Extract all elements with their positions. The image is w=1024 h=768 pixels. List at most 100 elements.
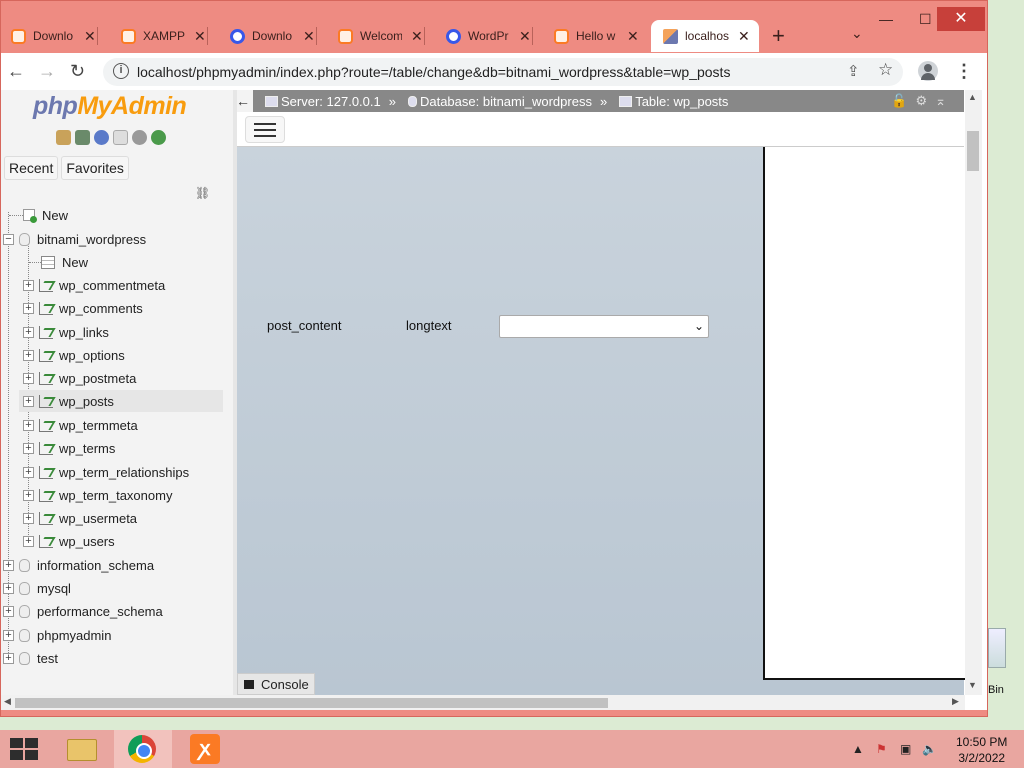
tree-item-table[interactable]: + wp_usermeta [23, 507, 227, 529]
expand-icon[interactable]: + [23, 512, 34, 524]
expand-icon[interactable]: + [23, 279, 34, 291]
url-text[interactable]: localhost/phpmyadmin/index.php?route=/ta… [137, 64, 730, 80]
bookmark-star-icon[interactable]: ☆ [878, 60, 893, 80]
expand-icon[interactable]: + [23, 395, 34, 407]
expand-icon[interactable]: + [23, 466, 34, 478]
close-icon[interactable]: ✕ [194, 28, 206, 45]
help-icon[interactable] [94, 130, 109, 145]
reload-navigation-icon[interactable] [151, 130, 166, 145]
browser-tab-active[interactable]: localhos ✕ [651, 20, 759, 52]
tree-item-database[interactable]: + phpmyadmin [3, 624, 111, 646]
tab-search-chevron-icon[interactable]: ⌄ [851, 25, 863, 42]
scroll-down-icon[interactable]: ▼ [968, 680, 977, 690]
expand-icon[interactable]: + [3, 582, 14, 594]
vertical-scrollbar[interactable]: ▲ ▼ [965, 90, 982, 695]
recent-tab[interactable]: Recent [4, 156, 59, 180]
close-icon[interactable]: ✕ [303, 28, 315, 45]
tree-item-database[interactable]: + performance_schema [3, 600, 163, 622]
recycle-bin[interactable]: Bin [984, 628, 1024, 700]
close-icon[interactable]: ✕ [738, 28, 750, 45]
horizontal-scroll-thumb[interactable] [15, 698, 608, 708]
address-bar[interactable]: i localhost/phpmyadmin/index.php?route=/… [103, 58, 903, 86]
expand-icon[interactable]: + [3, 605, 14, 617]
expand-icon[interactable]: + [23, 326, 34, 338]
network-icon[interactable]: ▣ [900, 742, 911, 756]
expand-icon[interactable]: + [3, 629, 14, 641]
close-icon[interactable]: ✕ [411, 28, 423, 45]
function-select[interactable]: ⌄ [499, 315, 709, 338]
favorites-tab[interactable]: Favorites [61, 156, 129, 180]
windows-start-button[interactable] [10, 738, 38, 760]
scroll-right-icon[interactable]: ▶ [952, 696, 959, 707]
panel-resizer[interactable] [233, 90, 237, 695]
expand-icon[interactable]: + [3, 652, 14, 664]
browser-tab[interactable]: XAMPP ✕ [121, 21, 208, 51]
close-icon[interactable]: ✕ [519, 28, 531, 45]
breadcrumb-database[interactable]: Database: bitnami_wordpress [407, 94, 592, 109]
collapse-top-icon[interactable]: ⌅ [935, 93, 946, 109]
logout-icon[interactable] [75, 130, 90, 145]
new-tab-button[interactable]: + [772, 23, 785, 49]
expand-icon[interactable]: + [23, 302, 34, 314]
browser-tab[interactable]: WordPr ✕ [446, 21, 533, 51]
tree-item-new-table[interactable]: New [29, 251, 88, 273]
horizontal-scrollbar[interactable]: ◀ ▶ [1, 695, 965, 710]
reload-icon[interactable]: ↻ [70, 61, 85, 82]
collapse-icon[interactable]: − [3, 233, 14, 245]
tree-item-bitnami-wordpress[interactable]: − bitnami_wordpress [3, 228, 146, 250]
settings-gear-icon[interactable]: ⚙ [915, 93, 927, 109]
taskbar-xampp[interactable]: ꭗ [176, 730, 234, 768]
scroll-up-icon[interactable]: ▲ [968, 92, 977, 102]
tree-item-table[interactable]: + wp_postmeta [23, 367, 227, 389]
vertical-scroll-thumb[interactable] [967, 131, 979, 171]
share-icon[interactable]: ⇪ [847, 62, 860, 80]
expand-icon[interactable]: + [23, 489, 34, 501]
browser-menu-icon[interactable]: ⋮ [955, 61, 973, 82]
tree-item-database[interactable]: + information_schema [3, 554, 154, 576]
scroll-left-icon[interactable]: ◀ [4, 696, 11, 707]
action-center-flag-icon[interactable]: ⚑ [876, 742, 887, 756]
settings-gear-icon[interactable] [132, 130, 147, 145]
minimize-icon[interactable]: — [879, 11, 893, 27]
tree-item-table[interactable]: + wp_comments [23, 297, 227, 319]
close-icon[interactable]: ✕ [84, 28, 96, 45]
browser-tab[interactable]: Welcom ✕ [338, 21, 425, 51]
forward-arrow-icon[interactable]: → [38, 61, 56, 82]
expand-icon[interactable]: + [23, 535, 34, 547]
maximize-icon[interactable]: ☐ [919, 11, 932, 28]
system-clock[interactable]: 10:50 PM 3/2/2022 [956, 734, 1007, 766]
browser-tab[interactable]: Hello w ✕ [554, 21, 639, 51]
expand-icon[interactable]: + [23, 419, 34, 431]
tree-item-database[interactable]: + mysql [3, 577, 71, 599]
tree-item-table[interactable]: + wp_commentmeta [23, 274, 227, 296]
tree-item-table[interactable]: + wp_terms [23, 437, 227, 459]
close-icon[interactable]: ✕ [627, 28, 639, 45]
tree-item-table[interactable]: + wp_options [23, 344, 227, 366]
expand-icon[interactable]: + [23, 442, 34, 454]
link-with-main-panel-icon[interactable]: ⛓ [195, 186, 210, 200]
taskbar-chrome[interactable] [114, 730, 172, 768]
tree-item-database[interactable]: + test [3, 647, 58, 669]
breadcrumb-server[interactable]: Server: 127.0.0.1 [265, 94, 381, 109]
value-textarea[interactable] [763, 147, 968, 680]
tree-item-table[interactable]: + wp_termmeta [23, 414, 227, 436]
tree-item-table-selected[interactable]: + wp_posts [19, 390, 223, 412]
browser-tab[interactable]: Downlo ✕ [11, 21, 98, 51]
window-close-button[interactable]: ✕ [937, 7, 985, 31]
expand-icon[interactable]: + [23, 372, 34, 384]
hamburger-menu-icon[interactable] [245, 116, 285, 143]
site-info-icon[interactable]: i [113, 63, 129, 79]
tree-item-table[interactable]: + wp_users [23, 530, 227, 552]
tree-item-table[interactable]: + wp_term_taxonomy [23, 484, 227, 506]
expand-icon[interactable]: + [23, 349, 34, 361]
home-icon[interactable] [56, 130, 71, 145]
phpmyadmin-logo[interactable]: phpMyAdmin [33, 92, 187, 121]
tree-item-new-database[interactable]: New [9, 204, 68, 226]
volume-muted-icon[interactable]: 🔈 [922, 742, 937, 756]
breadcrumb-table[interactable]: Table: wp_posts [619, 94, 728, 109]
profile-avatar-icon[interactable] [918, 61, 938, 81]
taskbar-file-explorer[interactable] [52, 730, 110, 768]
back-arrow-icon[interactable]: ← [7, 61, 25, 82]
expand-icon[interactable]: + [3, 559, 14, 571]
tree-item-table[interactable]: + wp_links [23, 321, 227, 343]
